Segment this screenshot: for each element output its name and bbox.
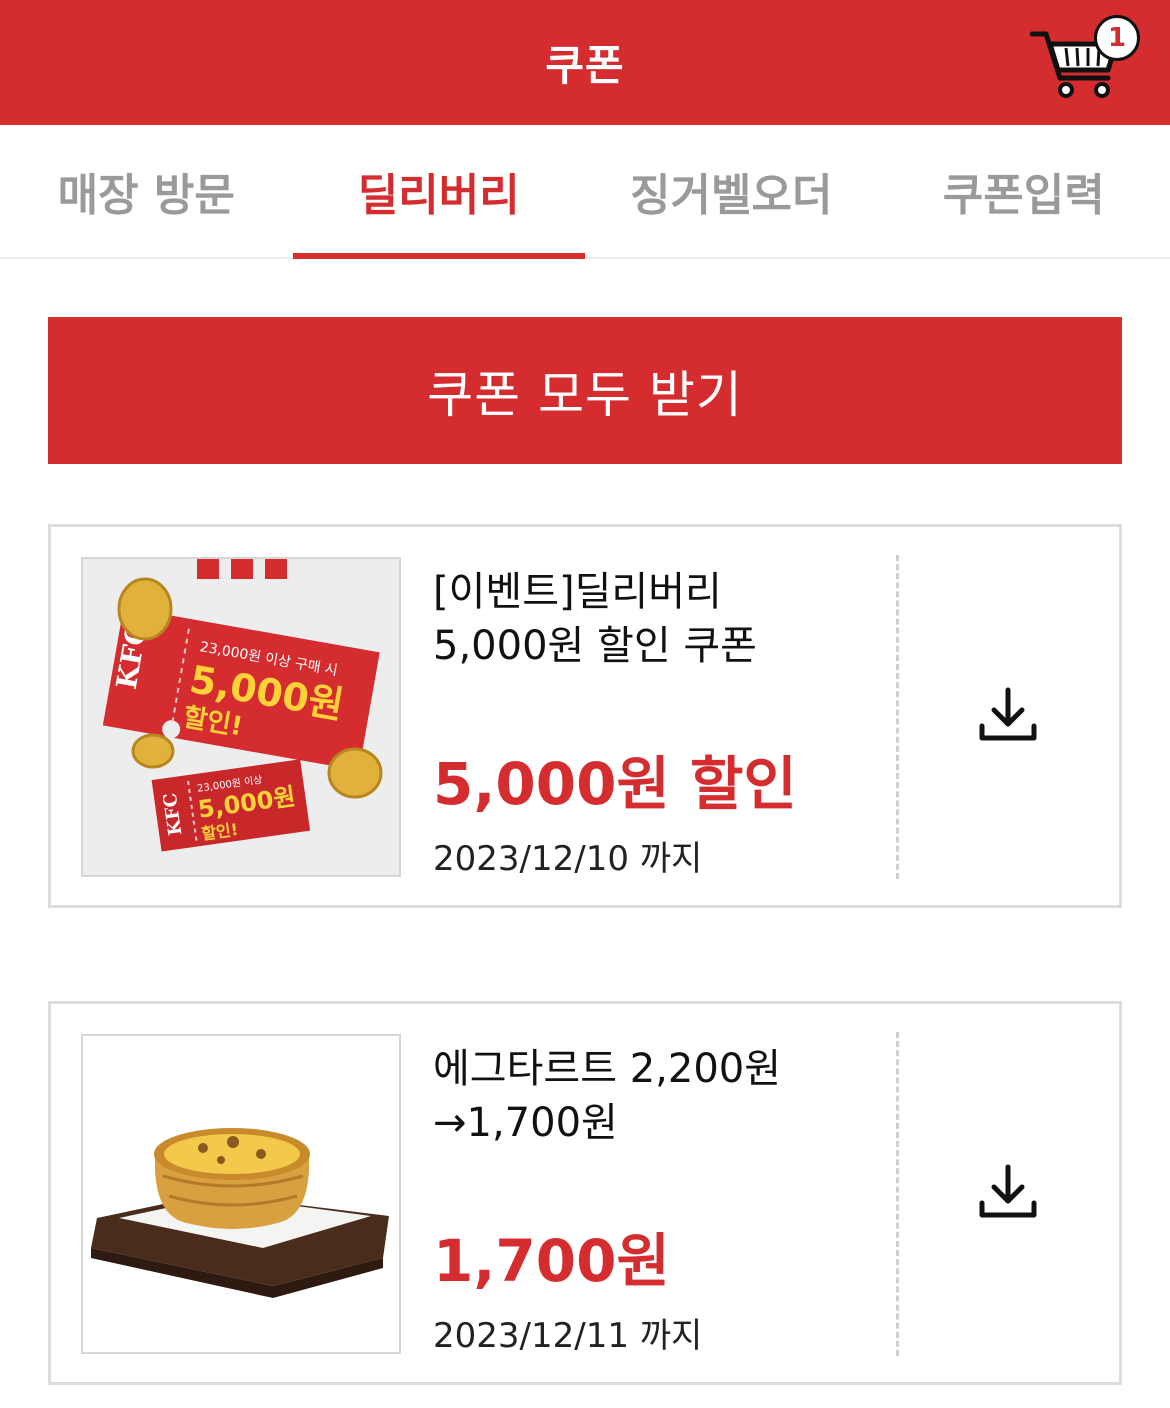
coupon-card: 에그타르트 2,200원 →1,700원 1,700원 2023/12/11 까… xyxy=(48,1001,1122,1385)
tab-zinger-bell-order[interactable]: 징거벨오더 xyxy=(585,125,878,257)
kfc-coupon-ticket-image: KFC 23,000원 이상 구매 시 5,000원 할인! KFC 23,00… xyxy=(83,559,399,875)
tab-delivery[interactable]: 딜리버리 xyxy=(292,125,586,259)
tab-bar: 매장 방문 딜리버리 징거벨오더 쿠폰입력 xyxy=(0,125,1170,259)
coupon-image xyxy=(81,1034,401,1354)
coupon-title: [이벤트]딜리버리 5,000원 할인 쿠폰 xyxy=(433,569,757,669)
coupon-expiry: 2023/12/11 까지 xyxy=(433,1316,703,1356)
coupon-price: 5,000원 할인 xyxy=(433,750,797,818)
cart-button[interactable]: 1 xyxy=(1029,15,1140,100)
coupon-price: 1,700원 xyxy=(433,1227,670,1295)
app-header: 쿠폰 1 xyxy=(0,0,1170,125)
coupon-card: KFC 23,000원 이상 구매 시 5,000원 할인! KFC 23,00… xyxy=(48,524,1122,908)
download-icon xyxy=(979,687,1037,741)
page-title: 쿠폰 xyxy=(545,41,625,90)
coupon-image: KFC 23,000원 이상 구매 시 5,000원 할인! KFC 23,00… xyxy=(81,557,401,877)
tab-store-visit[interactable]: 매장 방문 xyxy=(0,125,293,257)
coupon-expiry: 2023/12/10 까지 xyxy=(433,839,703,879)
cart-count-badge: 1 xyxy=(1094,15,1140,61)
tab-coupon-input[interactable]: 쿠폰입력 xyxy=(878,125,1170,257)
coupon-divider xyxy=(896,555,899,879)
download-coupon-button[interactable] xyxy=(976,1159,1040,1223)
download-icon xyxy=(979,1164,1037,1218)
coupon-divider xyxy=(896,1032,899,1356)
egg-tart-image xyxy=(83,1036,399,1352)
get-all-coupons-button[interactable]: 쿠폰 모두 받기 xyxy=(48,317,1122,464)
coupon-title: 에그타르트 2,200원 →1,700원 xyxy=(433,1046,782,1146)
download-coupon-button[interactable] xyxy=(976,682,1040,746)
